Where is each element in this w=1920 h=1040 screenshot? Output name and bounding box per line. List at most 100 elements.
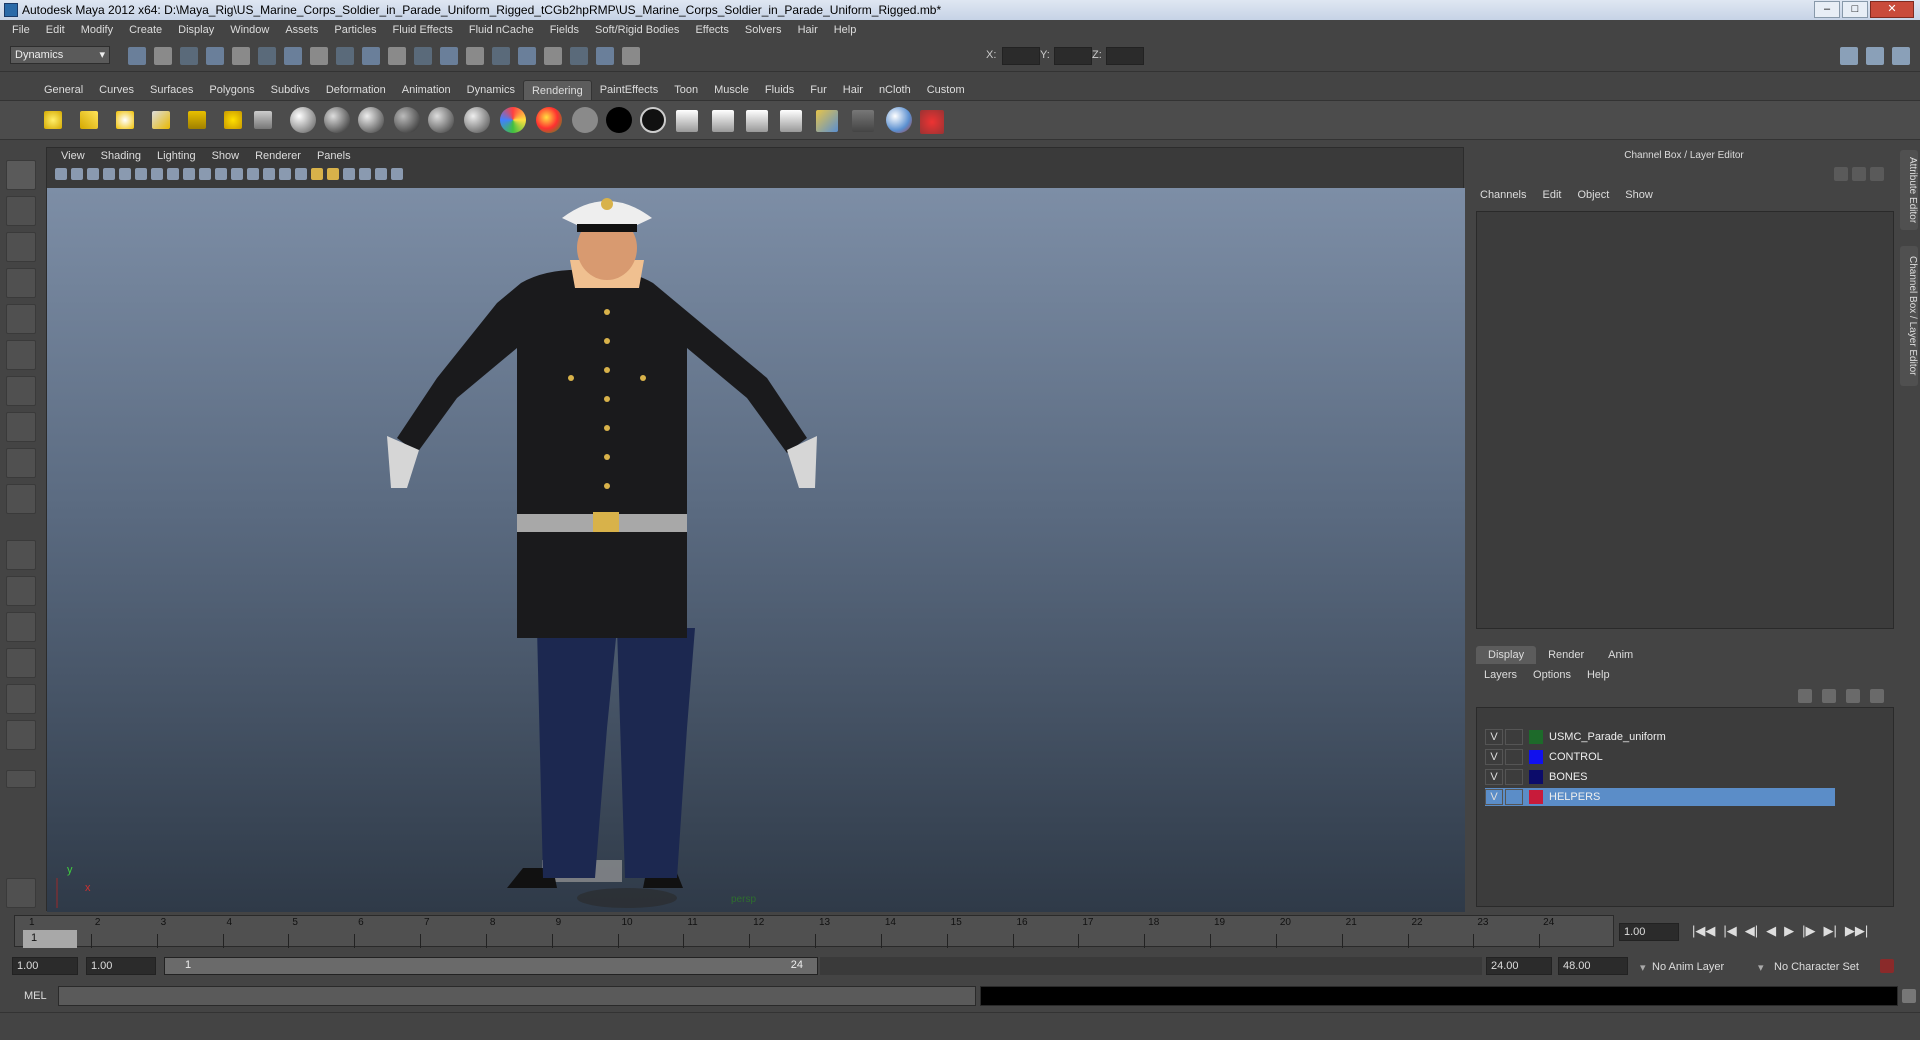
camera-select-icon[interactable] — [55, 168, 67, 180]
shelf-tab-custom[interactable]: Custom — [919, 80, 973, 100]
surface-shader-icon[interactable] — [572, 107, 598, 133]
perspective-outliner-layout-icon[interactable] — [6, 612, 36, 642]
show-hide-icon[interactable] — [518, 47, 536, 65]
layer-menu-options[interactable]: Options — [1525, 669, 1579, 681]
graph-editor-layout-icon[interactable] — [6, 720, 36, 750]
step-forward-frame-icon[interactable]: |▶ — [1802, 923, 1815, 939]
menu-soft-rigid-bodies[interactable]: Soft/Rigid Bodies — [587, 24, 687, 36]
step-back-frame-icon[interactable]: ◀| — [1745, 923, 1758, 939]
four-view-layout-icon[interactable] — [6, 576, 36, 606]
shelf-tab-subdivs[interactable]: Subdivs — [263, 80, 318, 100]
ambient-light-icon[interactable] — [44, 111, 62, 129]
shadows-icon[interactable] — [327, 168, 339, 180]
lambert-material-icon[interactable] — [394, 107, 420, 133]
shelf-tab-polygons[interactable]: Polygons — [201, 80, 262, 100]
layer-visibility-toggle[interactable]: V — [1485, 729, 1503, 745]
x-input[interactable] — [1002, 47, 1040, 65]
snap-to-curve-icon[interactable] — [310, 47, 328, 65]
grid-icon[interactable] — [119, 168, 131, 180]
command-language-label[interactable]: MEL — [24, 990, 47, 1002]
anim-end-field[interactable]: 24.00 — [1486, 957, 1552, 975]
perspective-view[interactable]: y x persp — [47, 188, 1465, 912]
move-layer-down-icon[interactable] — [1822, 689, 1836, 703]
viewport-menu-panels[interactable]: Panels — [309, 148, 359, 166]
textured-icon[interactable] — [295, 168, 307, 180]
layer-menu-layers[interactable]: Layers — [1476, 669, 1525, 681]
new-empty-layer-icon[interactable] — [1846, 689, 1860, 703]
layer-row[interactable]: V BONES — [1485, 768, 1835, 786]
layer-visibility-toggle[interactable]: V — [1485, 789, 1503, 805]
move-tool-icon[interactable] — [6, 268, 36, 298]
soft-modification-icon[interactable] — [6, 412, 36, 442]
selection-mask-icon[interactable] — [570, 47, 588, 65]
select-by-hierarchy-icon[interactable] — [206, 47, 224, 65]
viewport-menu-view[interactable]: View — [53, 148, 93, 166]
wrench-icon[interactable] — [1870, 167, 1884, 181]
input-output-icon[interactable] — [544, 47, 562, 65]
shading-map-icon[interactable] — [640, 107, 666, 133]
perspective-graph-layout-icon[interactable] — [6, 648, 36, 678]
mental-ray-material-icon[interactable] — [886, 107, 912, 133]
anim-start-field[interactable]: 1.00 — [86, 957, 156, 975]
menu-fields[interactable]: Fields — [542, 24, 587, 36]
anisotropic-material-icon[interactable] — [324, 107, 350, 133]
menu-display[interactable]: Display — [170, 24, 222, 36]
layer-row[interactable]: V HELPERS — [1485, 788, 1835, 806]
scale-tool-icon[interactable] — [6, 340, 36, 370]
shelf-tab-toon[interactable]: Toon — [666, 80, 706, 100]
layer-visibility-toggle[interactable]: V — [1485, 769, 1503, 785]
viewport-menu-shading[interactable]: Shading — [93, 148, 149, 166]
hypershade-icon[interactable] — [254, 111, 272, 129]
smooth-shade-icon[interactable] — [247, 168, 259, 180]
isolate-select-icon[interactable] — [359, 168, 371, 180]
close-button[interactable]: ✕ — [1870, 1, 1914, 18]
phonge-material-icon[interactable] — [464, 107, 490, 133]
move-layer-up-icon[interactable] — [1798, 689, 1812, 703]
layer-menu-help[interactable]: Help — [1579, 669, 1618, 681]
menu-set-dropdown[interactable]: Dynamics — [10, 46, 110, 64]
menu-create[interactable]: Create — [121, 24, 170, 36]
layer-playback-toggle[interactable] — [1505, 769, 1523, 785]
menu-effects[interactable]: Effects — [687, 24, 736, 36]
field-chart-icon[interactable] — [183, 168, 195, 180]
default-material-icon[interactable] — [279, 168, 291, 180]
use-background-icon[interactable] — [606, 107, 632, 133]
hypershade-window-icon[interactable] — [816, 110, 838, 132]
save-scene-icon[interactable] — [180, 47, 198, 65]
menu-window[interactable]: Window — [222, 24, 277, 36]
layer-row[interactable]: V CONTROL — [1485, 748, 1835, 766]
menu-solvers[interactable]: Solvers — [737, 24, 790, 36]
single-perspective-layout-icon[interactable] — [6, 540, 36, 570]
select-by-component-icon[interactable] — [258, 47, 276, 65]
channel-box-area[interactable] — [1476, 211, 1894, 629]
layer-playback-toggle[interactable] — [1505, 749, 1523, 765]
go-to-end-icon[interactable]: ▶▶| — [1845, 923, 1868, 939]
shelf-tab-rendering[interactable]: Rendering — [522, 80, 592, 100]
shelf-tab-fluids[interactable]: Fluids — [757, 80, 802, 100]
float-icon[interactable] — [1834, 167, 1848, 181]
snap-to-view-plane-icon[interactable] — [362, 47, 380, 65]
shelf-tab-ncloth[interactable]: nCloth — [871, 80, 919, 100]
layer-color-swatch[interactable] — [1529, 730, 1543, 744]
menu-fluid-ncache[interactable]: Fluid nCache — [461, 24, 542, 36]
layer-tab-display[interactable]: Display — [1476, 646, 1537, 664]
frame-selection-icon[interactable] — [391, 168, 403, 180]
go-to-start-icon[interactable]: |◀◀ — [1692, 923, 1715, 939]
rotate-tool-icon[interactable] — [6, 304, 36, 334]
shelf-tab-painteffects[interactable]: PaintEffects — [592, 80, 667, 100]
spot-light-icon[interactable] — [152, 111, 170, 129]
lock-icon[interactable] — [596, 47, 614, 65]
command-input[interactable] — [58, 986, 976, 1006]
bookmark-icon[interactable] — [87, 168, 99, 180]
play-forwards-icon[interactable]: ▶ — [1784, 923, 1794, 939]
resolution-gate-icon[interactable] — [151, 168, 163, 180]
paint-select-tool-icon[interactable] — [6, 232, 36, 262]
shelf-tab-animation[interactable]: Animation — [394, 80, 459, 100]
wireframe-icon[interactable] — [231, 168, 243, 180]
blinn-material-icon[interactable] — [358, 107, 384, 133]
render-globals-icon[interactable] — [492, 47, 510, 65]
shaded-wireframe-icon[interactable] — [263, 168, 275, 180]
new-scene-icon[interactable] — [128, 47, 146, 65]
snap-to-point-icon[interactable] — [336, 47, 354, 65]
shelf-tab-fur[interactable]: Fur — [802, 80, 835, 100]
